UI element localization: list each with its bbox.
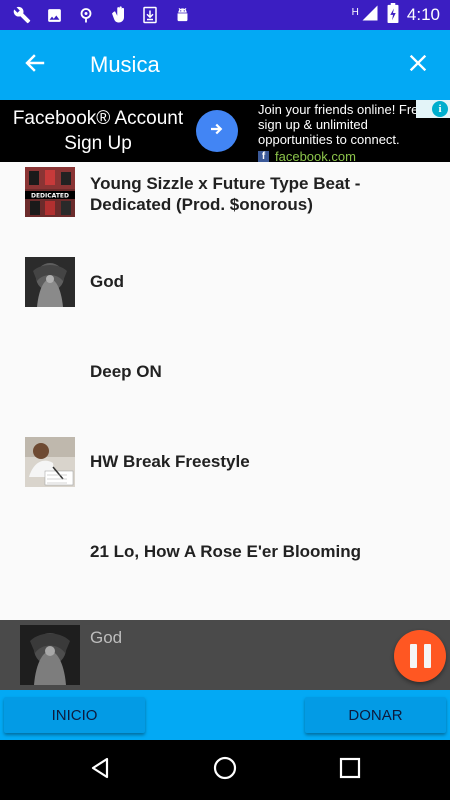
pause-icon xyxy=(409,644,417,668)
track-title: HW Break Freestyle xyxy=(90,452,250,471)
app-screen: H 4:10 Musica Facebook® Account Sign Up … xyxy=(0,0,450,800)
info-icon[interactable]: i xyxy=(432,101,448,117)
action-bar: INICIO DONAR xyxy=(0,690,450,740)
pause-button[interactable] xyxy=(394,630,446,682)
now-playing-bar[interactable]: God xyxy=(0,620,450,690)
facebook-icon: f xyxy=(258,151,269,162)
list-item[interactable]: 21 Lo, How A Rose E'er Blooming xyxy=(0,502,450,592)
recents-square-icon xyxy=(339,757,361,784)
network-type-label: H xyxy=(351,6,359,18)
download-icon xyxy=(140,6,160,24)
svg-text:DEDICATED: DEDICATED xyxy=(31,193,69,200)
close-button[interactable] xyxy=(400,47,436,83)
track-title: God xyxy=(90,272,124,291)
track-title: Deep ON xyxy=(90,362,162,381)
image-icon xyxy=(44,6,64,24)
list-item[interactable]: Deep ON xyxy=(0,322,450,412)
page-title: Musica xyxy=(90,52,160,77)
battery-icon xyxy=(387,2,399,28)
arrow-right-icon xyxy=(208,120,226,143)
status-left-icons xyxy=(0,6,192,24)
track-thumbnail: DEDICATED xyxy=(25,167,75,217)
nav-home-button[interactable] xyxy=(209,754,241,786)
android-icon xyxy=(172,6,192,24)
close-icon xyxy=(407,52,429,79)
ad-headline-line2: Sign Up xyxy=(64,133,132,154)
now-playing-artwork xyxy=(20,625,80,685)
arrow-left-icon xyxy=(23,51,47,80)
ad-body[interactable]: Join your friends online! Free sign up &… xyxy=(238,100,450,164)
back-button[interactable] xyxy=(0,30,70,100)
inicio-button[interactable]: INICIO xyxy=(4,697,145,733)
list-item[interactable]: God xyxy=(0,232,450,322)
track-list[interactable]: DEDICATED Young Sizzle x Future Type Bea… xyxy=(0,162,450,620)
ad-headline-line1: Facebook® Account xyxy=(12,108,184,129)
track-title: Young Sizzle x Future Type Beat - Dedica… xyxy=(90,174,361,214)
wrench-icon xyxy=(12,6,32,24)
status-bar: H 4:10 xyxy=(0,0,450,30)
donar-button[interactable]: DONAR xyxy=(305,697,446,733)
nav-back-button[interactable] xyxy=(84,754,116,786)
status-right-icons: H 4:10 xyxy=(351,2,450,28)
ad-headline[interactable]: Facebook® Account Sign Up xyxy=(0,100,196,162)
location-icon xyxy=(76,6,96,24)
ad-cta-button[interactable] xyxy=(196,110,238,152)
clock-time: 4:10 xyxy=(406,5,440,24)
pause-icon-bar xyxy=(423,644,431,668)
ad-banner[interactable]: Facebook® Account Sign Up Join your frie… xyxy=(0,100,450,164)
track-thumbnail xyxy=(25,437,75,487)
nav-recents-button[interactable] xyxy=(334,754,366,786)
toolbar: Musica xyxy=(0,30,450,100)
home-circle-icon xyxy=(212,755,238,786)
hand-icon xyxy=(108,6,128,24)
system-nav-bar xyxy=(0,740,450,800)
signal-icon xyxy=(361,4,379,27)
list-item[interactable]: DEDICATED Young Sizzle x Future Type Bea… xyxy=(0,162,450,232)
track-title: 21 Lo, How A Rose E'er Blooming xyxy=(90,542,362,561)
list-item[interactable]: HW Break Freestyle xyxy=(0,412,450,502)
now-playing-title: God xyxy=(90,628,123,647)
track-thumbnail xyxy=(25,257,75,307)
back-triangle-icon xyxy=(88,756,112,785)
